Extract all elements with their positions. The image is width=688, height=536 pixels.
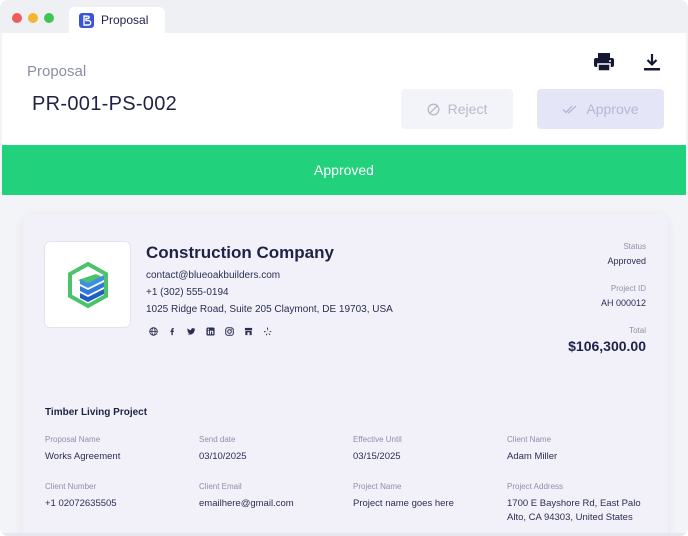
field-value: 1700 E Bayshore Rd, East Palo Alto, CA 9… <box>507 498 641 523</box>
field-client-name: Client Name Adam Miller <box>507 435 652 464</box>
status-label: Status <box>623 242 646 251</box>
field-value: +1 02072635505 <box>45 498 117 509</box>
company-address: 1025 Ridge Road, Suite 205 Claymont, DE … <box>146 304 393 315</box>
status-banner-text: Approved <box>314 162 374 178</box>
status-badge: Approved <box>607 256 646 266</box>
field-project-address: Project Address 1700 E Bayshore Rd, East… <box>507 482 659 525</box>
field-label: Project Name <box>353 482 402 491</box>
close-window-button[interactable] <box>12 13 22 23</box>
linkedin-icon[interactable] <box>206 327 215 336</box>
field-label: Client Number <box>45 482 97 491</box>
field-proposal-name: Proposal Name Works Agreement <box>45 435 190 464</box>
approve-button[interactable]: Approve <box>537 89 664 129</box>
company-name: Construction Company <box>146 243 334 262</box>
tab-label: Proposal <box>101 13 149 27</box>
social-links <box>149 327 272 336</box>
field-effective-until: Effective Until 03/15/2025 <box>353 435 498 464</box>
app-window: Proposal Proposal PR-001-PS-002 Reject A… <box>0 0 688 536</box>
reject-label: Reject <box>447 101 488 117</box>
total-block: Total $106,300.00 <box>568 326 646 354</box>
field-value: Project name goes here <box>353 498 454 509</box>
field-value: 03/15/2025 <box>353 451 401 462</box>
field-label: Project Address <box>507 482 564 491</box>
field-send-date: Send date 03/10/2025 <box>199 435 344 464</box>
approve-label: Approve <box>586 101 639 117</box>
field-client-email: Client Email emailhere@gmail.com <box>199 482 344 511</box>
total-label: Total <box>629 326 646 335</box>
total-value: $106,300.00 <box>568 338 646 354</box>
field-value: Works Agreement <box>45 451 121 462</box>
field-value: emailhere@gmail.com <box>199 498 294 509</box>
twitter-icon[interactable] <box>187 327 196 336</box>
field-label: Client Email <box>199 482 242 491</box>
field-label: Proposal Name <box>45 435 101 444</box>
yelp-icon[interactable] <box>263 327 272 336</box>
status-block: Status Approved <box>607 242 646 266</box>
proposal-card: Construction Company contact@blueoakbuil… <box>23 214 668 536</box>
globe-icon[interactable] <box>149 327 158 336</box>
page-title: PR-001-PS-002 <box>32 93 178 115</box>
tab-proposal[interactable]: Proposal <box>69 7 165 33</box>
title-bar: Proposal <box>0 0 688 33</box>
field-value: 03/10/2025 <box>199 451 247 462</box>
print-icon[interactable] <box>593 51 615 73</box>
project-id-value: AH 000012 <box>600 298 646 308</box>
minimize-window-button[interactable] <box>28 13 38 23</box>
proposal-header: Proposal PR-001-PS-002 Reject Approve <box>2 33 686 145</box>
field-label: Client Name <box>507 435 552 444</box>
company-logo-icon <box>67 261 108 308</box>
app-logo-icon <box>79 12 94 28</box>
field-label: Effective Until <box>353 435 402 444</box>
project-id-label: Project ID <box>610 284 646 293</box>
field-label: Send date <box>199 435 236 444</box>
store-icon[interactable] <box>244 327 253 336</box>
reject-button[interactable]: Reject <box>401 89 513 129</box>
ban-icon <box>427 103 440 116</box>
double-check-icon <box>562 104 578 114</box>
field-value: Adam Miller <box>507 451 558 462</box>
field-client-number: Client Number +1 02072635505 <box>45 482 190 511</box>
facebook-icon[interactable] <box>168 327 177 336</box>
company-logo <box>44 241 131 328</box>
company-email: contact@blueoakbuilders.com <box>146 270 281 281</box>
field-project-name: Project Name Project name goes here <box>353 482 498 511</box>
project-title: Timber Living Project <box>45 407 148 418</box>
company-phone: +1 (302) 555-0194 <box>146 287 229 298</box>
project-id-block: Project ID AH 000012 <box>601 284 646 308</box>
status-banner: Approved <box>2 145 686 195</box>
maximize-window-button[interactable] <box>44 13 54 23</box>
download-icon[interactable] <box>641 51 663 73</box>
page-kicker: Proposal <box>27 63 87 80</box>
instagram-icon[interactable] <box>225 327 234 336</box>
